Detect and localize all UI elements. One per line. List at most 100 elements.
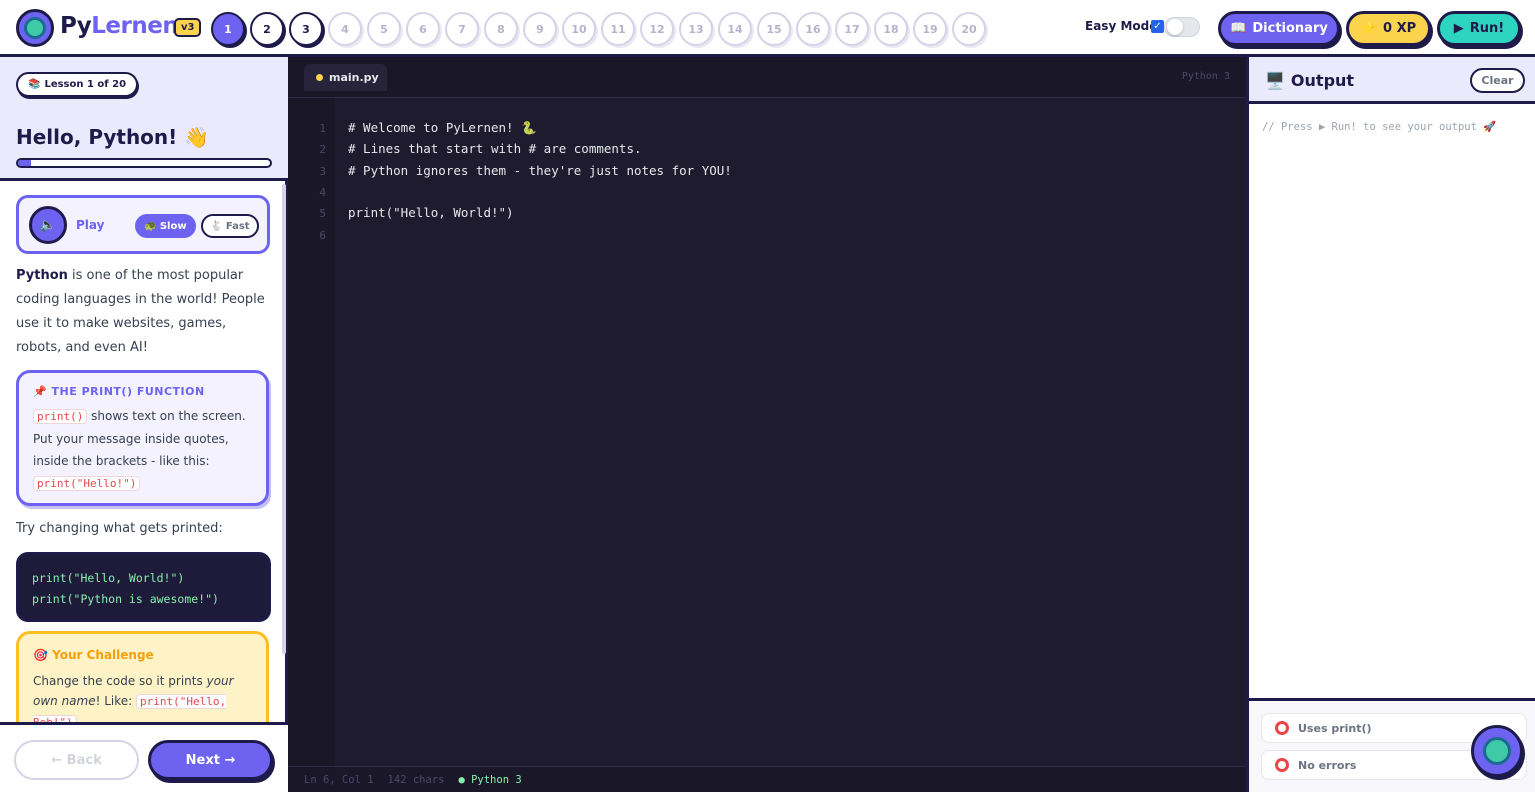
line-number: 5: [319, 207, 326, 221]
turtle-icon: 🐢: [144, 220, 157, 232]
lesson-button-16[interactable]: 16: [796, 12, 830, 46]
output-header: 🖥️ Output Clear: [1249, 57, 1535, 104]
lesson-button-1[interactable]: 1: [211, 12, 245, 46]
slow-label: Slow: [159, 220, 187, 232]
check-label: Uses print(): [1298, 721, 1372, 735]
back-button[interactable]: ← Back: [14, 740, 139, 780]
code-line[interactable]: # Lines that start with # are comments.: [348, 141, 642, 156]
lesson-button-17[interactable]: 17: [835, 12, 869, 46]
easy-mode-toggle[interactable]: [1164, 17, 1200, 37]
line-number: 1: [319, 122, 326, 135]
lesson-button-14[interactable]: 14: [718, 12, 752, 46]
tab-label: main.py: [329, 71, 379, 84]
rabbit-icon: 🐇: [210, 220, 223, 232]
note-body: print() shows text on the screen. Put yo…: [33, 405, 258, 495]
code-line[interactable]: # Welcome to PyLernen! 🐍: [348, 120, 537, 136]
speed-fast-button[interactable]: 🐇 Fast: [201, 214, 259, 238]
code-line[interactable]: print("Hello, World!"): [348, 205, 514, 220]
next-button[interactable]: Next →: [148, 740, 273, 780]
easy-mode-checkbox[interactable]: ✓: [1151, 20, 1164, 33]
challenge-title: 🎯 Your Challenge: [33, 648, 154, 662]
check-label: No errors: [1298, 758, 1357, 772]
speaker-button[interactable]: 🔈: [29, 206, 67, 244]
unsaved-dot-icon: [316, 74, 323, 81]
output-title-text: Output: [1290, 71, 1355, 90]
lesson-button-20[interactable]: 20: [952, 12, 986, 46]
challenge-text-b: ! Like:: [95, 694, 137, 708]
lesson-button-19[interactable]: 19: [913, 12, 947, 46]
lesson-button-7[interactable]: 7: [445, 12, 479, 46]
example-code-line: print("Python is awesome!"): [32, 592, 219, 606]
lesson-button-18[interactable]: 18: [874, 12, 908, 46]
lesson-button-15[interactable]: 15: [757, 12, 791, 46]
xp-label: 0 XP: [1383, 21, 1417, 36]
unchecked-ring-icon: [1275, 721, 1289, 735]
lesson-button-8[interactable]: 8: [484, 12, 518, 46]
lesson-button-6[interactable]: 6: [406, 12, 440, 46]
cursor-position: Ln 6, Col 1: [304, 773, 374, 786]
brand-name: PyLernen: [60, 13, 179, 39]
lesson-button-10[interactable]: 10: [562, 12, 596, 46]
lesson-panel: 📚 Lesson 1 of 20 Hello, Python! 👋 🔈 Play…: [0, 57, 288, 792]
note-title-text: THE PRINT() FUNCTION: [51, 385, 205, 398]
snake-logo-icon: [1483, 737, 1511, 765]
easy-mode-label: Easy Mode: [1085, 19, 1158, 33]
target-icon: 🎯: [33, 648, 48, 662]
clear-button[interactable]: Clear: [1470, 68, 1525, 93]
fast-label: Fast: [225, 220, 250, 232]
lesson-chip: 📚 Lesson 1 of 20: [16, 72, 139, 97]
editor-language: Python 3: [1181, 71, 1230, 82]
lesson-button-2[interactable]: 2: [250, 12, 284, 46]
lesson-button-9[interactable]: 9: [523, 12, 557, 46]
lesson-button-5[interactable]: 5: [367, 12, 401, 46]
code-editor: main.py Python 3 1 2 3 4 5 6 # Welcome to PyL…: [288, 57, 1246, 792]
lesson-button-11[interactable]: 11: [601, 12, 635, 46]
lesson-intro: Python is one of the most popular coding…: [16, 264, 271, 360]
challenge-text-a: Change the code so it prints: [33, 674, 207, 688]
inline-code-print: print(): [33, 409, 88, 424]
audio-player: 🔈 Play 🐢 Slow 🐇 Fast: [16, 195, 270, 254]
brand-py: Py: [60, 13, 92, 39]
note-title: 📌 THE PRINT() FUNCTION: [33, 385, 205, 398]
play-label[interactable]: Play: [76, 218, 104, 232]
lesson-button-13[interactable]: 13: [679, 12, 713, 46]
print-function-note: 📌 THE PRINT() FUNCTION print() shows tex…: [16, 370, 269, 506]
lesson-button-12[interactable]: 12: [640, 12, 674, 46]
line-number: 2: [319, 143, 326, 157]
mascot-helper-button[interactable]: [1471, 725, 1523, 777]
lesson-navigator: 1 2 3 4 5 6 7 8 9 10 11 12 13 14 15 16 17 18 19 20: [211, 12, 986, 46]
lesson-chip-label: Lesson 1 of 20: [44, 79, 127, 90]
lesson-button-3[interactable]: 3: [289, 12, 323, 46]
run-label: Run!: [1469, 21, 1505, 36]
run-button[interactable]: ▶ Run!: [1437, 11, 1521, 46]
monitor-icon: 🖥️: [1265, 71, 1285, 90]
speed-slow-button[interactable]: 🐢 Slow: [135, 214, 196, 238]
play-icon: ▶: [1453, 21, 1464, 36]
line-number: 3: [319, 164, 326, 178]
lesson-content[interactable]: 🔈 Play 🐢 Slow 🐇 Fast Python is one of th…: [0, 184, 285, 724]
speaker-icon: 🔈: [39, 217, 57, 233]
line-number-gutter: 1 2 3 4 5 6: [288, 98, 335, 766]
lesson-title: Hello, Python! 👋: [16, 125, 210, 149]
lesson-scrollbar[interactable]: [282, 184, 286, 654]
editor-status-bar: Ln 6, Col 1 142 chars ● Python 3: [288, 766, 1246, 792]
example-code-line: print("Hello, World!"): [32, 571, 185, 585]
version-badge: v3: [174, 18, 202, 37]
char-count: 142 chars: [387, 773, 445, 786]
book-icon: 📖: [1230, 21, 1247, 36]
intro-bold: Python: [16, 268, 68, 283]
code-line[interactable]: # Python ignores them - they're just not…: [348, 163, 732, 178]
xp-button[interactable]: ⭐ 0 XP: [1346, 11, 1431, 46]
tab-main-py[interactable]: main.py: [304, 64, 387, 91]
output-title: 🖥️ Output: [1265, 71, 1354, 90]
try-text: Try changing what gets printed:: [16, 521, 223, 536]
status-language: ● Python 3: [458, 773, 522, 786]
editor-tab-bar: main.py Python 3: [288, 57, 1246, 98]
lesson-header: 📚 Lesson 1 of 20 Hello, Python! 👋: [0, 57, 288, 181]
lesson-progress-bar: [16, 158, 272, 168]
lesson-button-4[interactable]: 4: [328, 12, 362, 46]
output-panel: 🖥️ Output Clear // Press ▶ Run! to see y…: [1246, 57, 1535, 792]
unchecked-ring-icon: [1275, 758, 1289, 772]
dictionary-button[interactable]: 📖 Dictionary: [1218, 11, 1340, 46]
output-console: // Press ▶ Run! to see your output 🚀: [1262, 121, 1497, 133]
